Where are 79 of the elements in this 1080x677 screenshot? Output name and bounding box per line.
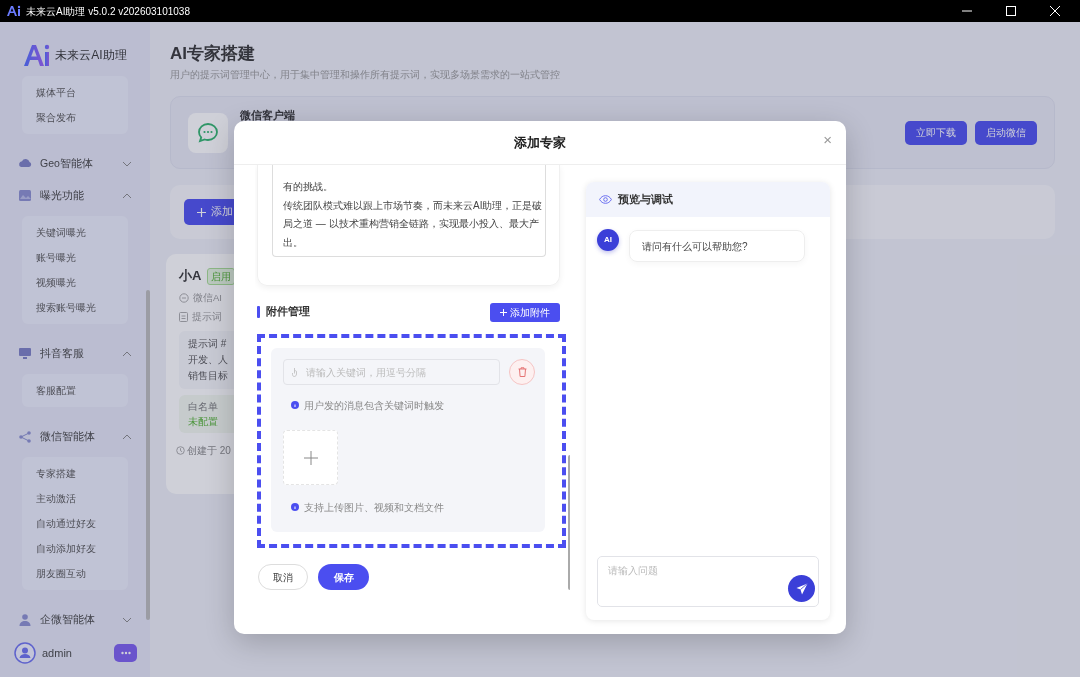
prompt-textarea[interactable]: 有的挑战。 传统团队模式难以跟上市场节奏，而未来云AI助理，正是破局之道 — 以技术重构营销全链路，实现最小投入、最大产出。 bbox=[272, 165, 546, 257]
menu-item[interactable]: 聚合发布 bbox=[22, 105, 128, 130]
chat-bubble: 请问有什么可以帮助您? bbox=[629, 230, 805, 262]
logo-icon bbox=[6, 5, 22, 17]
plus-icon bbox=[303, 450, 318, 465]
plus-icon bbox=[197, 207, 206, 217]
ai-avatar: AI bbox=[597, 229, 619, 251]
hint-text: 支持上传图片、视频和文档文件 bbox=[304, 500, 444, 515]
scrollbar[interactable] bbox=[146, 290, 150, 620]
info-icon bbox=[291, 503, 299, 511]
brand-name: 未来云AI助理 bbox=[55, 47, 127, 64]
menu-item[interactable]: 自动通过好友 bbox=[22, 511, 128, 536]
send-button[interactable] bbox=[788, 575, 815, 602]
more-icon bbox=[120, 651, 131, 655]
clock-icon bbox=[176, 446, 185, 456]
window-title: 未来云AI助理 v5.0.2 v202603101038 bbox=[26, 4, 190, 19]
close-icon[interactable] bbox=[1050, 6, 1060, 16]
share-icon bbox=[18, 430, 32, 444]
menu-item[interactable]: 朋友圈互动 bbox=[22, 561, 128, 586]
cancel-button[interactable]: 取消 bbox=[258, 564, 308, 590]
primary-button[interactable]: 启动微信 bbox=[975, 120, 1037, 145]
primary-button[interactable]: 立即下载 bbox=[905, 120, 967, 145]
prompt-line: 销售目标 bbox=[188, 369, 228, 384]
user-avatar-icon bbox=[14, 642, 36, 664]
add-attachment-button[interactable]: 添加附件 bbox=[490, 302, 560, 322]
section-marker bbox=[257, 306, 260, 318]
channel-label: 微信AI bbox=[193, 290, 222, 305]
logo-icon bbox=[23, 43, 52, 67]
whitelist-value: 未配置 bbox=[188, 415, 218, 430]
menu-group-header[interactable]: 微信智能体 bbox=[0, 421, 150, 453]
prompt-label: 提示词 bbox=[192, 310, 222, 324]
whitelist-label: 白名单 bbox=[188, 400, 218, 415]
menu-group-label: 微信智能体 bbox=[40, 429, 95, 445]
question-input[interactable]: 请输入问题 bbox=[597, 556, 819, 607]
save-button[interactable]: 保存 bbox=[318, 564, 369, 590]
status-badge: 启用 bbox=[207, 267, 236, 285]
hand-icon bbox=[292, 367, 299, 377]
chat-icon bbox=[196, 120, 220, 145]
monitor-icon bbox=[18, 347, 32, 361]
hint-text: 用户发的消息包含关键词时触发 bbox=[304, 398, 444, 413]
eye-icon bbox=[599, 195, 612, 204]
menu-item[interactable]: 搜索账号曝光 bbox=[22, 295, 128, 320]
prompt-line: 开发、人 bbox=[188, 353, 228, 368]
menu-item[interactable]: 媒体平台 bbox=[22, 80, 128, 105]
menu-group-header[interactable]: 企微智能体 bbox=[0, 604, 150, 636]
document-icon bbox=[179, 312, 188, 323]
image-icon bbox=[18, 189, 32, 203]
close-button[interactable]: × bbox=[821, 132, 834, 147]
delete-button[interactable] bbox=[509, 359, 535, 385]
menu-group-label: Geo智能体 bbox=[40, 156, 93, 172]
send-icon bbox=[795, 582, 808, 595]
menu-group-header[interactable]: 抖音客服 bbox=[0, 338, 150, 370]
menu-group-header[interactable]: 曝光功能 bbox=[0, 180, 150, 212]
menu-item[interactable]: 账号曝光 bbox=[22, 245, 128, 270]
plus-icon bbox=[500, 308, 507, 316]
menu-group-label: 企微智能体 bbox=[40, 612, 95, 628]
chat-icon bbox=[179, 292, 189, 303]
menu-item[interactable]: 自动添加好友 bbox=[22, 536, 128, 561]
user-name: admin bbox=[42, 645, 72, 661]
menu-item[interactable]: 视频曝光 bbox=[22, 270, 128, 295]
client-name: 微信客户端 bbox=[240, 108, 295, 124]
menu-group-label: 曝光功能 bbox=[40, 188, 84, 204]
section-title: 附件管理 bbox=[266, 304, 310, 320]
prompt-line: 提示词 # bbox=[188, 337, 227, 352]
menu-group-header[interactable]: Geo智能体 bbox=[0, 148, 150, 180]
panel-title: 预览与调试 bbox=[618, 191, 673, 207]
menu-item[interactable]: 专家搭建 bbox=[22, 461, 128, 486]
info-icon bbox=[291, 401, 299, 409]
menu-item[interactable]: 关键词曝光 bbox=[22, 220, 128, 245]
maximize-icon[interactable] bbox=[1006, 6, 1016, 16]
person-icon bbox=[18, 613, 32, 627]
menu-group-label: 抖音客服 bbox=[40, 346, 84, 362]
created-date: 创建于 20 bbox=[187, 444, 231, 459]
more-button[interactable] bbox=[114, 644, 137, 662]
dialog-title: 添加专家 bbox=[514, 133, 566, 152]
page-title: AI专家搭建 bbox=[170, 43, 256, 65]
menu-item[interactable]: 主动激活 bbox=[22, 486, 128, 511]
expert-name: 小A bbox=[179, 267, 202, 286]
trash-icon bbox=[517, 367, 527, 377]
